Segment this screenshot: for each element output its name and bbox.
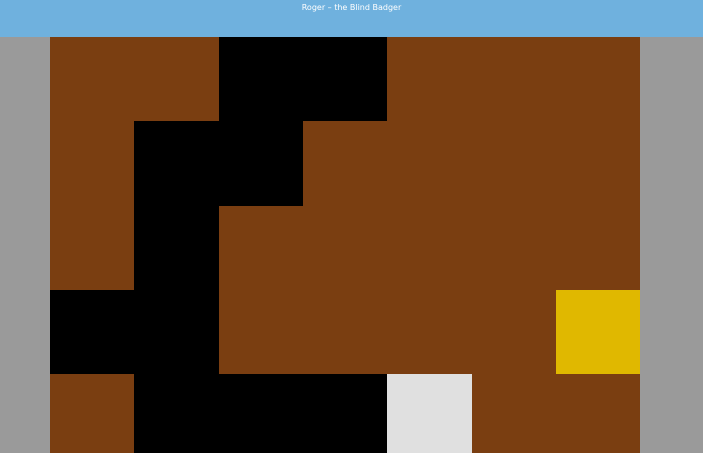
left-gutter: [0, 37, 50, 453]
dirt-tile: [303, 290, 387, 374]
dirt-tile: [50, 206, 134, 290]
tunnel-tile: [219, 121, 303, 206]
tunnel-tile: [134, 374, 219, 453]
dirt-tile: [472, 290, 556, 374]
tunnel-tile: [303, 37, 387, 121]
right-gutter: [640, 37, 703, 453]
dirt-tile: [556, 206, 640, 290]
tunnel-tile: [219, 374, 303, 453]
dirt-tile: [472, 206, 556, 290]
title-bar[interactable]: Roger – the Blind Badger: [0, 0, 703, 37]
dirt-tile: [472, 37, 556, 121]
dirt-tile: [50, 374, 134, 453]
dirt-tile: [556, 121, 640, 206]
badger-player: [387, 374, 472, 453]
dirt-tile: [387, 121, 472, 206]
tunnel-tile: [134, 290, 219, 374]
window-title: Roger – the Blind Badger: [301, 3, 402, 12]
tunnel-tile: [303, 374, 387, 453]
dirt-tile: [303, 121, 387, 206]
tunnel-tile: [134, 121, 219, 206]
tunnel-tile: [219, 37, 303, 121]
dirt-tile: [303, 206, 387, 290]
dirt-tile: [219, 206, 303, 290]
dirt-tile: [134, 37, 219, 121]
dirt-tile: [556, 374, 640, 453]
tunnel-tile: [50, 290, 134, 374]
dirt-tile: [387, 206, 472, 290]
game-board[interactable]: [50, 37, 640, 453]
dirt-tile: [472, 121, 556, 206]
dirt-tile: [219, 290, 303, 374]
tunnel-tile: [134, 206, 219, 290]
dirt-tile: [50, 37, 134, 121]
honey-tile: [556, 290, 640, 374]
dirt-tile: [556, 37, 640, 121]
dirt-tile: [472, 374, 556, 453]
game-window: Roger – the Blind Badger: [0, 0, 703, 453]
dirt-tile: [387, 290, 472, 374]
dirt-tile: [387, 37, 472, 121]
dirt-tile: [50, 121, 134, 206]
